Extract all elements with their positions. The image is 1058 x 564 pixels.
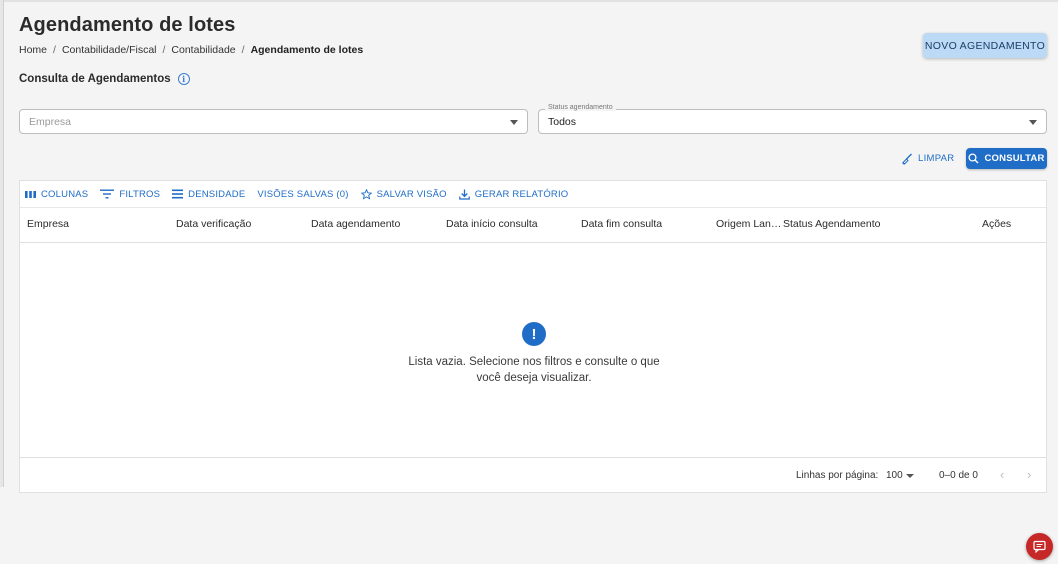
column-header-empresa[interactable]: Empresa	[27, 218, 69, 230]
report-button[interactable]: GERAR RELATÓRIO	[458, 188, 569, 200]
column-header-acoes: Ações	[982, 218, 1012, 230]
section-title: Consulta de Agendamentos i	[19, 73, 190, 85]
breadcrumb-current: Agendamento de lotes	[250, 44, 364, 56]
breadcrumb-separator: /	[162, 44, 166, 56]
empresa-placeholder: Empresa	[29, 115, 72, 128]
left-edge	[0, 0, 4, 487]
save-view-label: SALVAR VISÃO	[376, 188, 447, 200]
breadcrumb-contabilidade-fiscal[interactable]: Contabilidade/Fiscal	[62, 44, 157, 56]
grid-header: Empresa Data verificação Data agendament…	[20, 207, 1046, 243]
saved-views-label: VISÕES SALVAS (0)	[257, 188, 349, 200]
column-header-data-agendamento[interactable]: Data agendamento	[311, 218, 400, 230]
columns-button[interactable]: COLUNAS	[25, 189, 88, 200]
section-title-text: Consulta de Agendamentos	[19, 73, 171, 85]
rows-per-page-select[interactable]: 100	[886, 470, 903, 481]
star-icon	[360, 188, 372, 200]
status-value: Todos	[548, 115, 577, 128]
chevron-down-icon[interactable]	[906, 474, 914, 478]
search-label: CONSULTAR	[984, 153, 1045, 164]
status-label: Status agendamento	[545, 104, 616, 111]
columns-icon	[25, 190, 36, 198]
breadcrumb-separator: /	[53, 44, 56, 56]
chevron-down-icon[interactable]	[510, 120, 518, 125]
column-header-data-inicio[interactable]: Data início consulta	[446, 218, 538, 230]
chat-icon	[1033, 540, 1046, 553]
grid-footer: Linhas por página: 100 0–0 de 0 ‹ ›	[20, 457, 1046, 494]
breadcrumb-home[interactable]: Home	[19, 44, 47, 56]
broom-icon	[902, 153, 912, 165]
chevron-down-icon[interactable]	[1029, 120, 1037, 125]
empty-message-line: você deseja visualizar.	[476, 372, 592, 384]
columns-label: COLUNAS	[41, 188, 89, 200]
page-title: Agendamento de lotes	[19, 14, 236, 36]
empresa-select[interactable]: Empresa	[19, 109, 528, 134]
top-edge	[0, 0, 1058, 2]
column-header-data-verificacao[interactable]: Data verificação	[176, 218, 251, 230]
rows-per-page-label: Linhas por página:	[796, 470, 879, 481]
report-label: GERAR RELATÓRIO	[474, 188, 569, 200]
filters-button[interactable]: FILTROS	[100, 189, 160, 200]
info-icon[interactable]: i	[177, 73, 190, 85]
previous-page-button[interactable]: ‹	[1000, 467, 1004, 482]
next-page-button[interactable]: ›	[1027, 467, 1031, 482]
alert-icon: !	[522, 322, 546, 346]
pagination-range: 0–0 de 0	[939, 470, 978, 481]
breadcrumb: Home / Contabilidade/Fiscal / Contabilid…	[19, 44, 363, 56]
breadcrumb-contabilidade[interactable]: Contabilidade	[171, 44, 235, 56]
chat-button[interactable]	[1026, 533, 1053, 560]
empty-message: Lista vazia. Selecione nos filtros e con…	[384, 354, 684, 386]
search-icon	[968, 153, 979, 164]
new-schedule-button[interactable]: NOVO AGENDAMENTO	[923, 33, 1047, 58]
save-view-button[interactable]: SALVAR VISÃO	[360, 188, 447, 200]
clear-button[interactable]: LIMPAR	[901, 150, 954, 167]
search-button[interactable]: CONSULTAR	[966, 148, 1047, 169]
grid-toolbar: COLUNAS FILTROS DENSIDADE VISÕES SALVAS …	[20, 181, 1046, 207]
status-select[interactable]: Status agendamento Todos	[538, 104, 1047, 134]
empty-message-line: Lista vazia. Selecione nos filtros e con…	[408, 356, 660, 368]
density-label: DENSIDADE	[188, 188, 246, 200]
data-grid: COLUNAS FILTROS DENSIDADE VISÕES SALVAS …	[19, 180, 1047, 493]
density-icon	[172, 189, 184, 199]
saved-views-button[interactable]: VISÕES SALVAS (0)	[257, 189, 348, 200]
column-header-status[interactable]: Status Agendamento	[783, 218, 881, 230]
clear-label: LIMPAR	[918, 153, 955, 164]
filter-icon	[100, 189, 115, 199]
column-header-origem[interactable]: Origem Lan…	[716, 218, 781, 230]
density-button[interactable]: DENSIDADE	[172, 189, 245, 200]
filters-label: FILTROS	[119, 188, 161, 200]
column-header-data-fim[interactable]: Data fim consulta	[581, 218, 662, 230]
download-icon	[458, 189, 470, 200]
breadcrumb-separator: /	[241, 44, 245, 56]
